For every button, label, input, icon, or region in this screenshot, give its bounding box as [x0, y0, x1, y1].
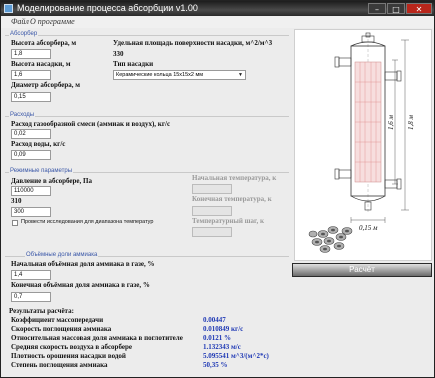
start-temp-label: Начальная температура, к: [192, 174, 277, 182]
absorber-height-input[interactable]: 1,8: [11, 49, 51, 59]
absorber-drawing: 1,8 м 1,6 м 0,15 м: [295, 30, 431, 260]
water-flow-label: Расход воды, кг/с: [11, 140, 66, 148]
result-label: Относительная массовая доля аммиака в по…: [11, 334, 183, 342]
calculate-button[interactable]: Расчёт: [292, 263, 432, 277]
temp-step-input[interactable]: [192, 227, 232, 237]
window-title: Моделирование процесса абсорбции v1.00: [17, 3, 198, 13]
pressure-input[interactable]: 110000: [11, 186, 51, 196]
result-value: 0.00447: [203, 316, 226, 324]
absorber-group-title: Абсорбер: [9, 31, 39, 37]
absorber-drawing-panel: 1,8 м 1,6 м 0,15 м: [294, 29, 432, 261]
ammonia-start-label: Начальная объёмная доля аммиака в газе, …: [11, 260, 155, 268]
end-temp-label: Конечная температура, к: [192, 195, 272, 203]
result-label: Скорость поглощения аммиака: [11, 325, 112, 333]
end-temp-input[interactable]: [192, 206, 232, 216]
result-label: Степень поглощения аммиака: [11, 361, 108, 369]
dim-diameter-label: 0,15 м: [359, 224, 378, 232]
flows-group-title: Расходы: [9, 112, 36, 118]
title-bar: Моделирование процесса абсорбции v1.00 –…: [1, 1, 434, 16]
flows-group: [5, 116, 289, 117]
result-value: 50,35 %: [203, 361, 228, 369]
menu-bar: Файл О программе: [1, 16, 434, 28]
absorber-group: [5, 35, 289, 36]
regime-group-title: Режимные параметры: [9, 168, 74, 174]
packing-type-label: Тип насадки: [113, 60, 154, 68]
absorber-diameter-input[interactable]: 0,15: [11, 92, 51, 102]
gas-flow-label: Расход газообразной смеси (аммиак и возд…: [11, 120, 171, 128]
water-flow-input[interactable]: 0,09: [11, 150, 51, 160]
minimize-button[interactable]: –: [368, 3, 386, 14]
packing-height-label: Высота насадки, м: [11, 60, 71, 68]
app-icon: [4, 4, 13, 13]
result-value: 1.132343 м/с: [203, 343, 241, 351]
main-window: Моделирование процесса абсорбции v1.00 –…: [0, 0, 435, 378]
pressure-label: Давление в абсорбере, Па: [11, 177, 92, 185]
temperature-input[interactable]: 300: [11, 207, 51, 217]
dim-packing-label: 1,6 м: [387, 115, 395, 131]
surface-area-label: Удельная площадь поверхности насадки, м^…: [113, 39, 273, 47]
temperature-label: 310: [11, 197, 22, 205]
result-value: 5.095541 м^3/(м^2*с): [203, 352, 269, 360]
ammonia-group-title: Объёмные доли аммиака: [25, 252, 99, 258]
menu-file[interactable]: Файл: [11, 16, 29, 28]
absorber-height-label: Высота абсорбера, м: [11, 39, 77, 47]
close-button[interactable]: ✕: [406, 3, 432, 14]
dim-height-label: 1,8 м: [407, 115, 415, 131]
temperature-range-checkbox[interactable]: [12, 220, 18, 226]
absorber-diameter-label: Диаметр абсорбера, м: [11, 81, 81, 89]
result-label: Плотность орошения насадки водой: [11, 352, 126, 360]
temperature-range-checkbox-label: Провести исследования для диапазона темп…: [21, 219, 154, 225]
ammonia-end-label: Конечная объёмная доля аммиака в газе, %: [11, 281, 150, 289]
result-value: 0.0121 %: [203, 334, 231, 342]
result-label: Средняя скорость воздуха в абсорбере: [11, 343, 132, 351]
packing-type-value: Керамические кольца 15х15х2 мм: [116, 72, 204, 78]
maximize-button[interactable]: □: [387, 3, 405, 14]
menu-about[interactable]: О программе: [30, 16, 75, 28]
gas-flow-input[interactable]: 0,02: [11, 129, 51, 139]
start-temp-input[interactable]: [192, 184, 232, 194]
ammonia-start-input[interactable]: 1,4: [11, 270, 51, 280]
surface-area-value: 330: [113, 50, 124, 58]
result-value: 0.010849 кг/с: [203, 325, 244, 333]
packing-type-select[interactable]: Керамические кольца 15х15х2 мм ▼: [113, 70, 246, 80]
results-title: Результаты расчёта:: [9, 307, 74, 315]
temp-step-label: Температурный шаг, к: [192, 217, 264, 225]
ammonia-end-input[interactable]: 0,7: [11, 292, 51, 302]
result-label: Коэффициент массопередачи: [11, 316, 104, 324]
chevron-down-icon[interactable]: ▼: [237, 72, 244, 78]
packing-height-input[interactable]: 1,6: [11, 70, 51, 80]
